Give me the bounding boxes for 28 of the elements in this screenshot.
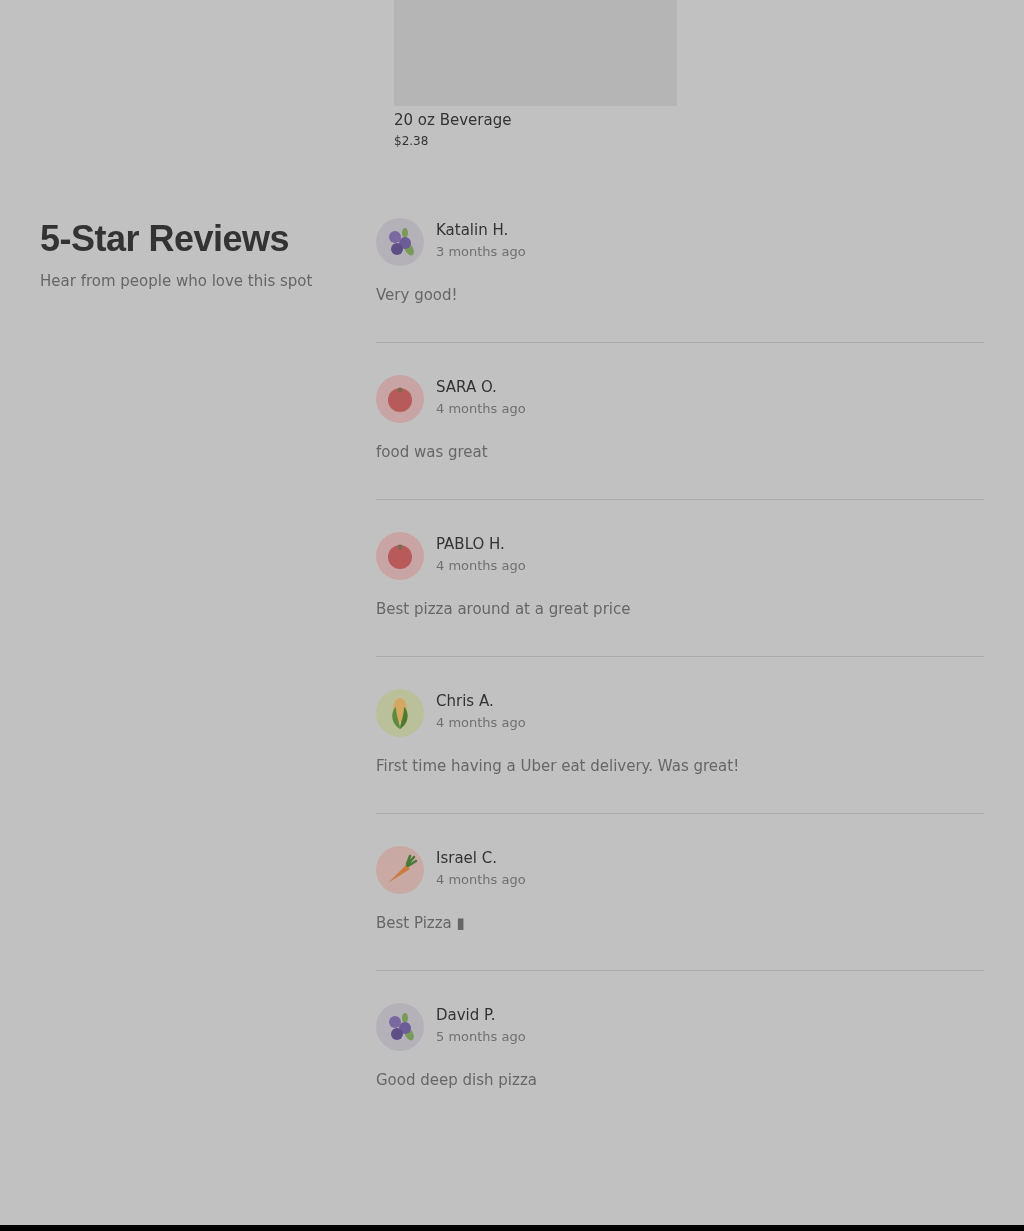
reviewer-name: Katalin H.	[436, 220, 510, 241]
review-time: 4 months ago	[436, 558, 526, 573]
review-text: food was great	[376, 443, 489, 461]
corn-avatar-icon	[376, 689, 424, 737]
review-time: 4 months ago	[436, 401, 526, 416]
review-text: Very good!	[376, 286, 459, 304]
reviewer-name: PABLO H.	[436, 534, 506, 555]
review-time: 3 months ago	[436, 244, 526, 259]
tomato-avatar-icon	[376, 532, 424, 580]
reviewer-name: Israel C.	[436, 848, 498, 869]
reviewer-name: Chris A.	[436, 691, 495, 712]
tomato-avatar-icon	[376, 375, 424, 423]
review-text: First time having a Uber eat delivery. Was great!	[376, 757, 741, 775]
section-subtitle: Hear from people who love this spot	[40, 272, 314, 290]
review-time: 4 months ago	[436, 872, 526, 887]
reviewer-name: David P.	[436, 1005, 497, 1026]
product-price: $2.38	[394, 134, 430, 148]
review-time: 4 months ago	[436, 715, 526, 730]
blueberry-avatar-icon	[376, 1003, 424, 1051]
review-time: 5 months ago	[436, 1029, 526, 1044]
carrot-avatar-icon	[376, 846, 424, 894]
reviewer-name: SARA O.	[436, 377, 498, 398]
review-text: Good deep dish pizza	[376, 1071, 538, 1089]
review-text: Best Pizza ▮	[376, 914, 466, 932]
product-name: 20 oz Beverage	[394, 111, 513, 129]
section-title: 5-Star Reviews	[40, 218, 291, 260]
blueberry-avatar-icon	[376, 218, 424, 266]
review-text: Best pizza around at a great price	[376, 600, 632, 618]
